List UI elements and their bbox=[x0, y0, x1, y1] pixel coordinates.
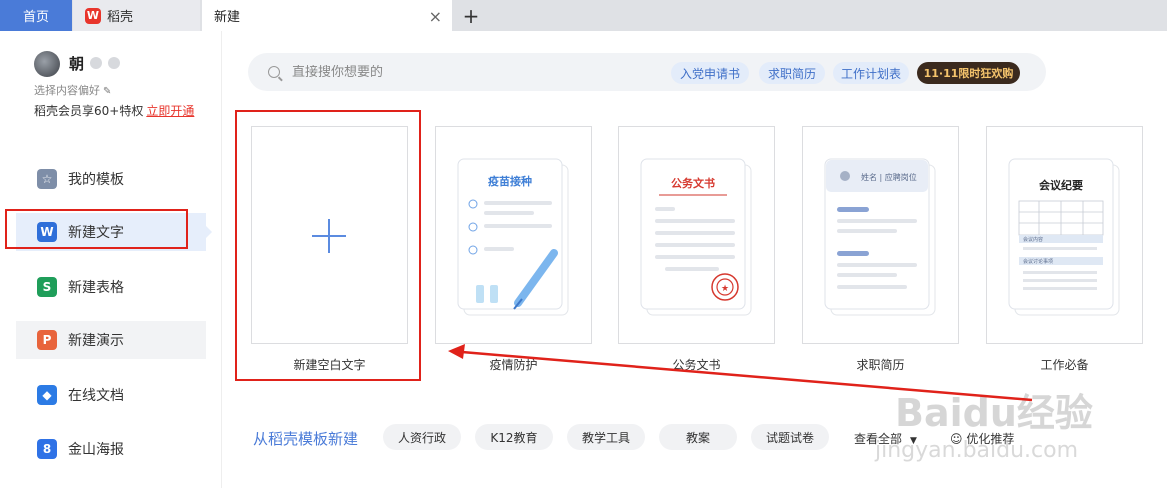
annotation-arrow bbox=[448, 344, 1033, 402]
